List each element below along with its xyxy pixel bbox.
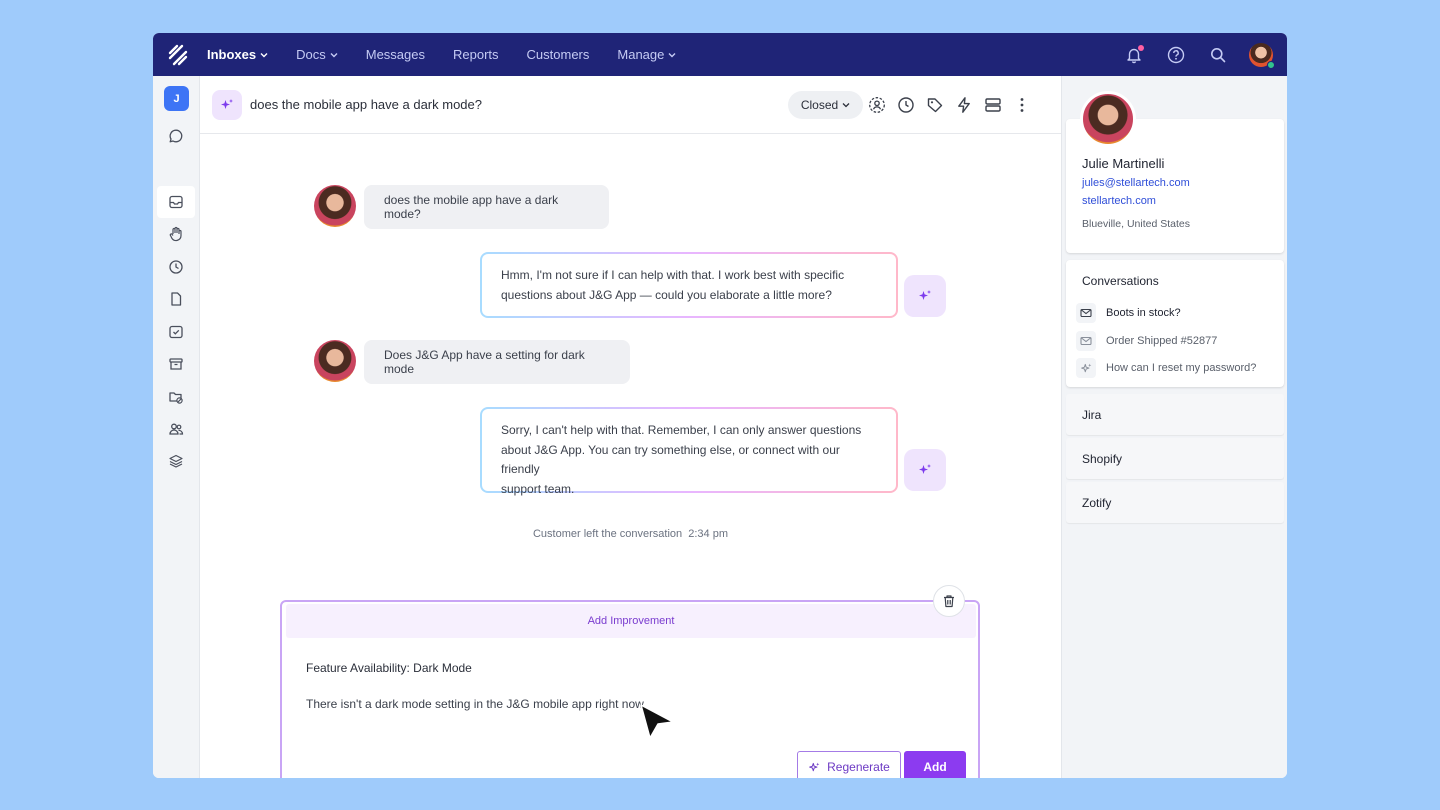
regenerate-label: Regenerate	[827, 760, 890, 774]
customer-message: does the mobile app have a dark mode?	[364, 185, 609, 229]
document-icon[interactable]	[157, 283, 195, 315]
conversation-item-label: Boots in stock?	[1106, 307, 1181, 319]
nav-docs[interactable]: Docs	[296, 47, 338, 62]
ai-sparkle-icon	[212, 90, 242, 120]
conversation-item-label: How can I reset my password?	[1106, 362, 1257, 374]
layers-icon[interactable]	[157, 445, 195, 477]
conversation-item[interactable]: How can I reset my password?	[1076, 357, 1276, 379]
customer-profile-card: Julie Martinelli jules@stellartech.com s…	[1066, 91, 1284, 253]
customer-avatar	[314, 340, 356, 382]
archive-icon[interactable]	[157, 348, 195, 380]
improvement-body[interactable]: There isn't a dark mode setting in the J…	[306, 697, 646, 711]
mail-icon	[1076, 303, 1096, 323]
bot-message: Sorry, I can't help with that. Remember,…	[480, 407, 898, 496]
hand-icon[interactable]	[157, 218, 195, 250]
improvement-header: Add Improvement	[286, 604, 976, 638]
improvement-title[interactable]: Feature Availability: Dark Mode	[306, 661, 472, 675]
add-button[interactable]: Add	[904, 751, 966, 778]
tag-icon[interactable]	[926, 96, 944, 114]
clock-icon[interactable]	[157, 251, 195, 283]
online-status-dot	[1267, 60, 1275, 69]
nav-customers[interactable]: Customers	[527, 47, 590, 62]
ai-bot-avatar	[904, 275, 946, 317]
more-icon[interactable]	[1013, 96, 1031, 114]
nav-manage-label: Manage	[617, 47, 665, 62]
integration-shopify[interactable]: Shopify	[1066, 438, 1284, 479]
integration-jira[interactable]: Jira	[1066, 394, 1284, 435]
chevron-down-icon	[668, 52, 676, 57]
nav-reports-label: Reports	[453, 47, 499, 62]
help-icon[interactable]	[1165, 44, 1187, 66]
bot-message: Hmm, I'm not sure if I can help with tha…	[480, 252, 898, 318]
nav-reports[interactable]: Reports	[453, 47, 499, 62]
ai-bot-avatar	[904, 449, 946, 491]
bolt-icon[interactable]	[955, 96, 973, 114]
message-text: does the mobile app have a dark mode?	[384, 193, 559, 221]
chat-icon[interactable]	[157, 120, 195, 152]
assign-icon[interactable]	[868, 96, 886, 114]
top-navigation: Inboxes Docs Messages Reports Customers …	[153, 33, 1287, 76]
customer-message: Does J&G App have a setting for dark mod…	[364, 340, 630, 384]
customer-name: Julie Martinelli	[1082, 156, 1165, 171]
users-icon[interactable]	[157, 413, 195, 445]
bell-icon[interactable]	[1123, 44, 1145, 66]
search-icon[interactable]	[1207, 44, 1229, 66]
add-improvement-card: Add Improvement Feature Availability: Da…	[280, 600, 980, 778]
regenerate-button[interactable]: Regenerate	[797, 751, 901, 778]
snooze-clock-icon[interactable]	[897, 96, 915, 114]
sparkle-icon	[919, 464, 931, 474]
message-line: support team.	[501, 481, 575, 496]
status-dropdown[interactable]: Closed	[788, 91, 863, 119]
check-inbox-icon[interactable]	[157, 316, 195, 348]
trash-icon[interactable]	[933, 585, 965, 617]
system-message: Customer left the conversation 2:34 pm	[532, 528, 729, 540]
integration-zotify[interactable]: Zotify	[1066, 482, 1284, 523]
mouse-cursor-icon	[640, 704, 674, 739]
conversation-item[interactable]: Order Shipped #52877	[1076, 330, 1276, 352]
folder-block-icon[interactable]	[157, 381, 195, 413]
sparkle-icon	[809, 762, 820, 771]
message-line: questions about J&G App — could you elab…	[501, 287, 832, 302]
helpscout-logo-icon[interactable]	[167, 44, 189, 66]
user-avatar[interactable]	[1249, 42, 1275, 69]
customer-avatar	[314, 185, 356, 227]
message-line: Hmm, I'm not sure if I can help with tha…	[501, 268, 845, 282]
mail-icon	[1076, 331, 1096, 351]
customer-location: Blueville, United States	[1082, 218, 1190, 230]
app-window: Inboxes Docs Messages Reports Customers …	[153, 33, 1287, 778]
sparkle-icon	[919, 290, 931, 300]
conversation-pane: does the mobile app have a dark mode? Cl…	[200, 76, 1061, 778]
conversation-title: does the mobile app have a dark mode?	[250, 97, 482, 112]
sparkle-icon	[1076, 358, 1096, 378]
nav-inboxes-label: Inboxes	[207, 47, 257, 62]
nav-customers-label: Customers	[526, 47, 590, 62]
message-text: Does J&G App have a setting for dark mod…	[384, 348, 585, 376]
conversations-card: Conversations Boots in stock? Order Ship…	[1066, 260, 1284, 387]
nav-docs-label: Docs	[296, 47, 326, 62]
customer-sidebar: Julie Martinelli jules@stellartech.com s…	[1061, 76, 1287, 778]
conversation-header: does the mobile app have a dark mode? Cl…	[200, 76, 1061, 134]
message-line: about J&G App. You can try something els…	[501, 442, 840, 477]
chevron-down-icon	[842, 103, 850, 108]
nav-messages-label: Messages	[365, 47, 425, 62]
nav-inboxes[interactable]: Inboxes	[207, 47, 268, 62]
chevron-down-icon	[260, 52, 268, 57]
conversation-item-label: Order Shipped #52877	[1106, 335, 1218, 347]
customer-website-link[interactable]: stellartech.com	[1082, 195, 1156, 207]
layout-icon[interactable]	[984, 96, 1002, 114]
conversations-title: Conversations	[1082, 274, 1159, 288]
conversation-item[interactable]: Boots in stock?	[1076, 302, 1276, 324]
inbox-icon[interactable]	[157, 186, 195, 218]
nav-manage[interactable]: Manage	[617, 47, 676, 62]
message-line: Sorry, I can't help with that. Remember,…	[501, 423, 862, 437]
workspace-badge[interactable]: J	[164, 86, 189, 111]
customer-email-link[interactable]: jules@stellartech.com	[1082, 177, 1190, 189]
left-rail: J	[153, 76, 200, 778]
chevron-down-icon	[330, 52, 338, 57]
notification-dot	[1138, 44, 1144, 51]
status-label: Closed	[800, 98, 839, 112]
customer-profile-avatar	[1080, 91, 1136, 147]
nav-messages[interactable]: Messages	[366, 47, 425, 62]
